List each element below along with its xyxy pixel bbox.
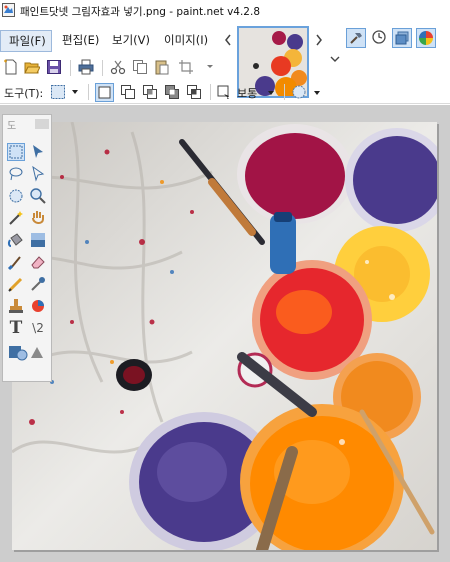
print-icon[interactable]: [78, 59, 94, 75]
rectangle-select-icon: [9, 145, 23, 159]
antialias-circle-icon: [292, 85, 306, 99]
pan-hand-icon[interactable]: [29, 209, 47, 227]
menu-image[interactable]: 이미지(I): [164, 30, 208, 50]
menu-bar: 파일(F) 편집(E) 보기(V) 이미지(I): [0, 22, 450, 98]
layers-icon: [395, 31, 409, 45]
tools-palette[interactable]: 도 T \2: [2, 114, 52, 382]
shapes-icon[interactable]: [7, 343, 43, 361]
chevron-down-icon[interactable]: [328, 52, 342, 66]
menu-edit[interactable]: 편집(E): [62, 30, 99, 50]
clone-stamp-icon[interactable]: [7, 297, 25, 315]
tool-options-bar: 도구(T): 보통: [0, 80, 450, 104]
window-title: 패인트닷넷 그림자효과 넣기.png - paint.net v4.2.8: [20, 6, 261, 18]
sampling-dropdown[interactable]: 보통: [216, 83, 278, 102]
xor-mode-icon[interactable]: [164, 84, 180, 100]
paintnet-app-icon: [2, 3, 15, 17]
exclude-mode-icon[interactable]: [142, 84, 158, 100]
chevron-down-icon: [268, 91, 274, 95]
rectangle-select-tool[interactable]: [7, 143, 25, 161]
tools-palette-title: 도: [7, 121, 17, 132]
menu-file[interactable]: 파일(F): [0, 30, 52, 52]
pencil-icon[interactable]: [7, 275, 25, 293]
gradient-icon[interactable]: [29, 231, 47, 249]
eraser-icon[interactable]: [29, 253, 47, 271]
chevron-left-icon[interactable]: [223, 32, 233, 48]
main-toolbar: [0, 56, 236, 78]
tool-selector[interactable]: [50, 83, 82, 101]
tool-label: 도구(T):: [4, 87, 44, 100]
zoom-icon[interactable]: [29, 187, 47, 205]
cut-icon[interactable]: [110, 59, 126, 75]
selection-mode-replace[interactable]: [95, 83, 114, 102]
recolor-icon[interactable]: [29, 297, 47, 315]
color-picker-icon[interactable]: [29, 275, 47, 293]
lasso-select-icon[interactable]: [7, 165, 25, 183]
history-window-button[interactable]: [370, 28, 390, 48]
color-wheel-icon: [419, 31, 433, 45]
antialias-dropdown[interactable]: [290, 83, 324, 102]
history-clock-icon: [372, 30, 386, 44]
ellipse-select-icon[interactable]: [7, 187, 25, 205]
colors-window-button[interactable]: [416, 28, 436, 48]
crop-to-selection-icon[interactable]: [178, 59, 194, 75]
open-folder-icon[interactable]: [24, 59, 40, 75]
image-canvas[interactable]: [12, 122, 437, 550]
title-bar: 패인트닷넷 그림자효과 넣기.png - paint.net v4.2.8: [0, 0, 450, 22]
canvas-workspace[interactable]: [0, 105, 450, 562]
tools-palette-titlebar[interactable]: [35, 119, 49, 129]
hammer-icon: [350, 33, 362, 44]
paint-cans-photo: [12, 122, 437, 550]
replace-mode-icon: [98, 86, 111, 99]
menu-view[interactable]: 보기(V): [112, 30, 150, 50]
move-selection-icon[interactable]: [29, 165, 47, 183]
chevron-down-icon[interactable]: [204, 60, 216, 72]
chevron-right-icon[interactable]: [314, 32, 324, 48]
layers-window-button[interactable]: [392, 28, 412, 48]
magic-wand-icon[interactable]: [7, 209, 25, 227]
sampling-label: 보통: [237, 87, 258, 100]
text-tool-icon[interactable]: T: [7, 319, 25, 337]
paint-bucket-icon[interactable]: [7, 231, 25, 249]
rectangle-select-icon: [51, 85, 65, 99]
antialiasing-icon: [217, 85, 229, 99]
intersect-mode-icon[interactable]: [186, 84, 202, 100]
move-selected-icon[interactable]: [29, 143, 47, 161]
tools-window-button[interactable]: [346, 28, 366, 48]
copy-icon[interactable]: [132, 59, 148, 75]
save-icon[interactable]: [46, 59, 62, 75]
paintbrush-icon[interactable]: [7, 253, 25, 271]
new-file-icon[interactable]: [3, 59, 19, 75]
paste-icon[interactable]: [154, 59, 170, 75]
chevron-down-icon: [314, 91, 320, 95]
line-curve-icon[interactable]: \2: [29, 319, 47, 337]
union-mode-icon[interactable]: [120, 84, 136, 100]
chevron-down-icon: [72, 90, 78, 94]
